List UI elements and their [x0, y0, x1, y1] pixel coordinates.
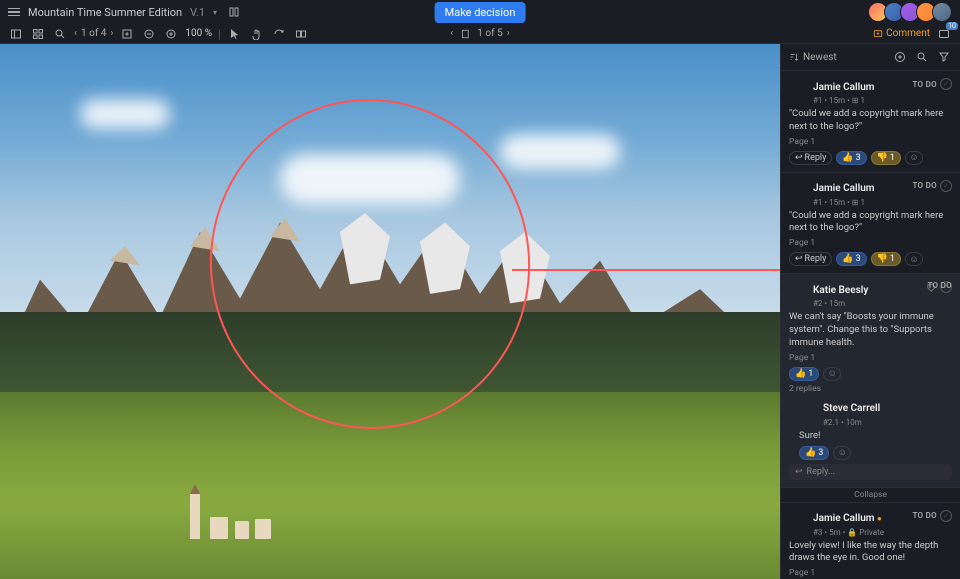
comment-meta: #1 • 15m • ⊞ 1 [813, 96, 952, 105]
comment-author: Katie Beesly [813, 285, 868, 296]
reaction-thumbs-up[interactable]: 👍3 [836, 252, 866, 266]
comment-body: Sure! [799, 430, 952, 443]
fit-icon[interactable] [119, 26, 135, 42]
comment-meta: #1 • 15m • ⊞ 1 [813, 198, 952, 207]
page-pager-center[interactable]: ‹ 1 of 5 › [450, 26, 509, 42]
comment-body: We can't say "Boosts your immune system"… [789, 311, 952, 349]
reaction-thumbs-up[interactable]: 👍1 [789, 367, 819, 381]
comment-author: Jamie Callum ● [813, 513, 882, 524]
comment-author: Jamie Callum [813, 183, 874, 194]
notification-count: 10 [946, 22, 958, 30]
comment-body: "Could we add a copyright mark here next… [789, 108, 952, 134]
comment-card[interactable]: Jamie Callum #1 • 15m • ⊞ 1 TO DO ✓ "Cou… [781, 173, 960, 275]
chevron-left-icon[interactable]: ‹ [74, 28, 77, 39]
add-icon[interactable] [892, 49, 908, 65]
comment-meta: #2.1 • 10m [823, 418, 952, 427]
add-reaction-icon[interactable]: ☺ [833, 446, 851, 460]
avatar [789, 510, 807, 528]
chevron-right-icon[interactable]: › [507, 28, 510, 39]
comments-sidebar: Newest Jamie Callum #1 • 15m • ⊞ 1 TO DO… [780, 44, 960, 579]
hand-icon[interactable] [249, 26, 265, 42]
avatar [789, 78, 807, 96]
reaction-thumbs-down[interactable]: 👎1 [871, 252, 901, 266]
avatar [789, 180, 807, 198]
add-reaction-icon[interactable]: ☺ [823, 367, 841, 381]
comment-page: Page 1 [789, 238, 952, 248]
comment-page: Page 1 [789, 568, 952, 578]
comment-card[interactable]: Katie Beesly #2 • 15m ✓ We can't say "Bo… [781, 274, 960, 487]
book-icon[interactable] [225, 3, 243, 21]
comment-body: Lovely view! I like the way the depth dr… [789, 540, 952, 566]
reply-button[interactable]: ↩ Reply [789, 151, 832, 165]
search-comments-icon[interactable] [914, 49, 930, 65]
zoom-in-icon[interactable] [163, 26, 179, 42]
zoom-level[interactable]: 100 % [185, 28, 212, 39]
reaction-thumbs-up[interactable]: 👍3 [799, 446, 829, 460]
reaction-thumbs-down[interactable]: 👎1 [871, 151, 901, 165]
rotate-icon[interactable] [271, 26, 287, 42]
grid-icon[interactable] [30, 26, 46, 42]
panel-left-icon[interactable] [8, 26, 24, 42]
comment-meta: #2 • 15m [813, 299, 952, 308]
comment-body: "Could we add a copyright mark here next… [789, 210, 952, 236]
page-icon [457, 26, 473, 42]
add-comment-button[interactable]: Comment [873, 28, 930, 39]
avatar [799, 400, 817, 418]
reaction-thumbs-up[interactable]: 👍3 [836, 151, 866, 165]
status-badge[interactable]: TO DO [912, 80, 937, 89]
notifications-icon[interactable]: 10 [936, 26, 952, 42]
add-reaction-icon[interactable]: ☺ [905, 151, 923, 165]
sort-dropdown[interactable]: Newest [789, 52, 837, 63]
status-badge[interactable]: TO DO [912, 181, 937, 190]
comment-card[interactable]: Jamie Callum ● #3 • 5m • 🔒 Private TO DO… [781, 503, 960, 579]
resolve-icon[interactable]: ✓ [940, 510, 952, 522]
reply-button[interactable]: ↩ Reply [789, 252, 832, 266]
filter-icon[interactable] [936, 49, 952, 65]
make-decision-button[interactable]: Make decision [435, 2, 526, 23]
resolve-icon[interactable]: ✓ [940, 78, 952, 90]
chevron-down-icon[interactable]: ▾ [213, 8, 217, 17]
comment-card[interactable]: Jamie Callum #1 • 15m • ⊞ 1 TO DO ✓ "Cou… [781, 71, 960, 173]
annotation-connector [512, 269, 780, 271]
thread-count[interactable]: 2 replies [789, 384, 952, 394]
compare-icon[interactable] [293, 26, 309, 42]
doc-title: Mountain Time Summer Edition [28, 6, 182, 19]
add-reaction-icon[interactable]: ☺ [905, 252, 923, 266]
thread-reply: Steve Carrell #2.1 • 10m TO DO Sure! 👍3 … [799, 397, 952, 460]
collapse-button[interactable]: Collapse [781, 488, 960, 503]
chevron-right-icon[interactable]: › [110, 28, 113, 39]
chevron-left-icon[interactable]: ‹ [450, 28, 453, 39]
reply-input[interactable]: ↩ Reply... [789, 464, 952, 480]
avatar [789, 281, 807, 299]
comment-author: Jamie Callum [813, 82, 874, 93]
canvas-viewport[interactable] [0, 44, 780, 579]
comment-meta: #3 • 5m • 🔒 Private [813, 528, 952, 537]
comment-page: Page 1 [789, 137, 952, 147]
collaborator-avatars[interactable] [872, 2, 952, 22]
zoom-out-icon[interactable] [141, 26, 157, 42]
search-icon[interactable] [52, 26, 68, 42]
menu-icon[interactable] [8, 8, 20, 17]
status-badge[interactable]: TO DO [912, 511, 937, 520]
resolve-icon[interactable]: ✓ [940, 180, 952, 192]
page-pager-left[interactable]: ‹ 1 of 4 › [74, 28, 113, 39]
version-label[interactable]: V.1 [190, 6, 205, 19]
cursor-icon[interactable] [227, 26, 243, 42]
comment-author: Steve Carrell [823, 403, 880, 414]
comment-page: Page 1 [789, 353, 952, 363]
verified-icon: ● [877, 514, 882, 523]
status-badge[interactable]: TO DO [927, 281, 952, 290]
